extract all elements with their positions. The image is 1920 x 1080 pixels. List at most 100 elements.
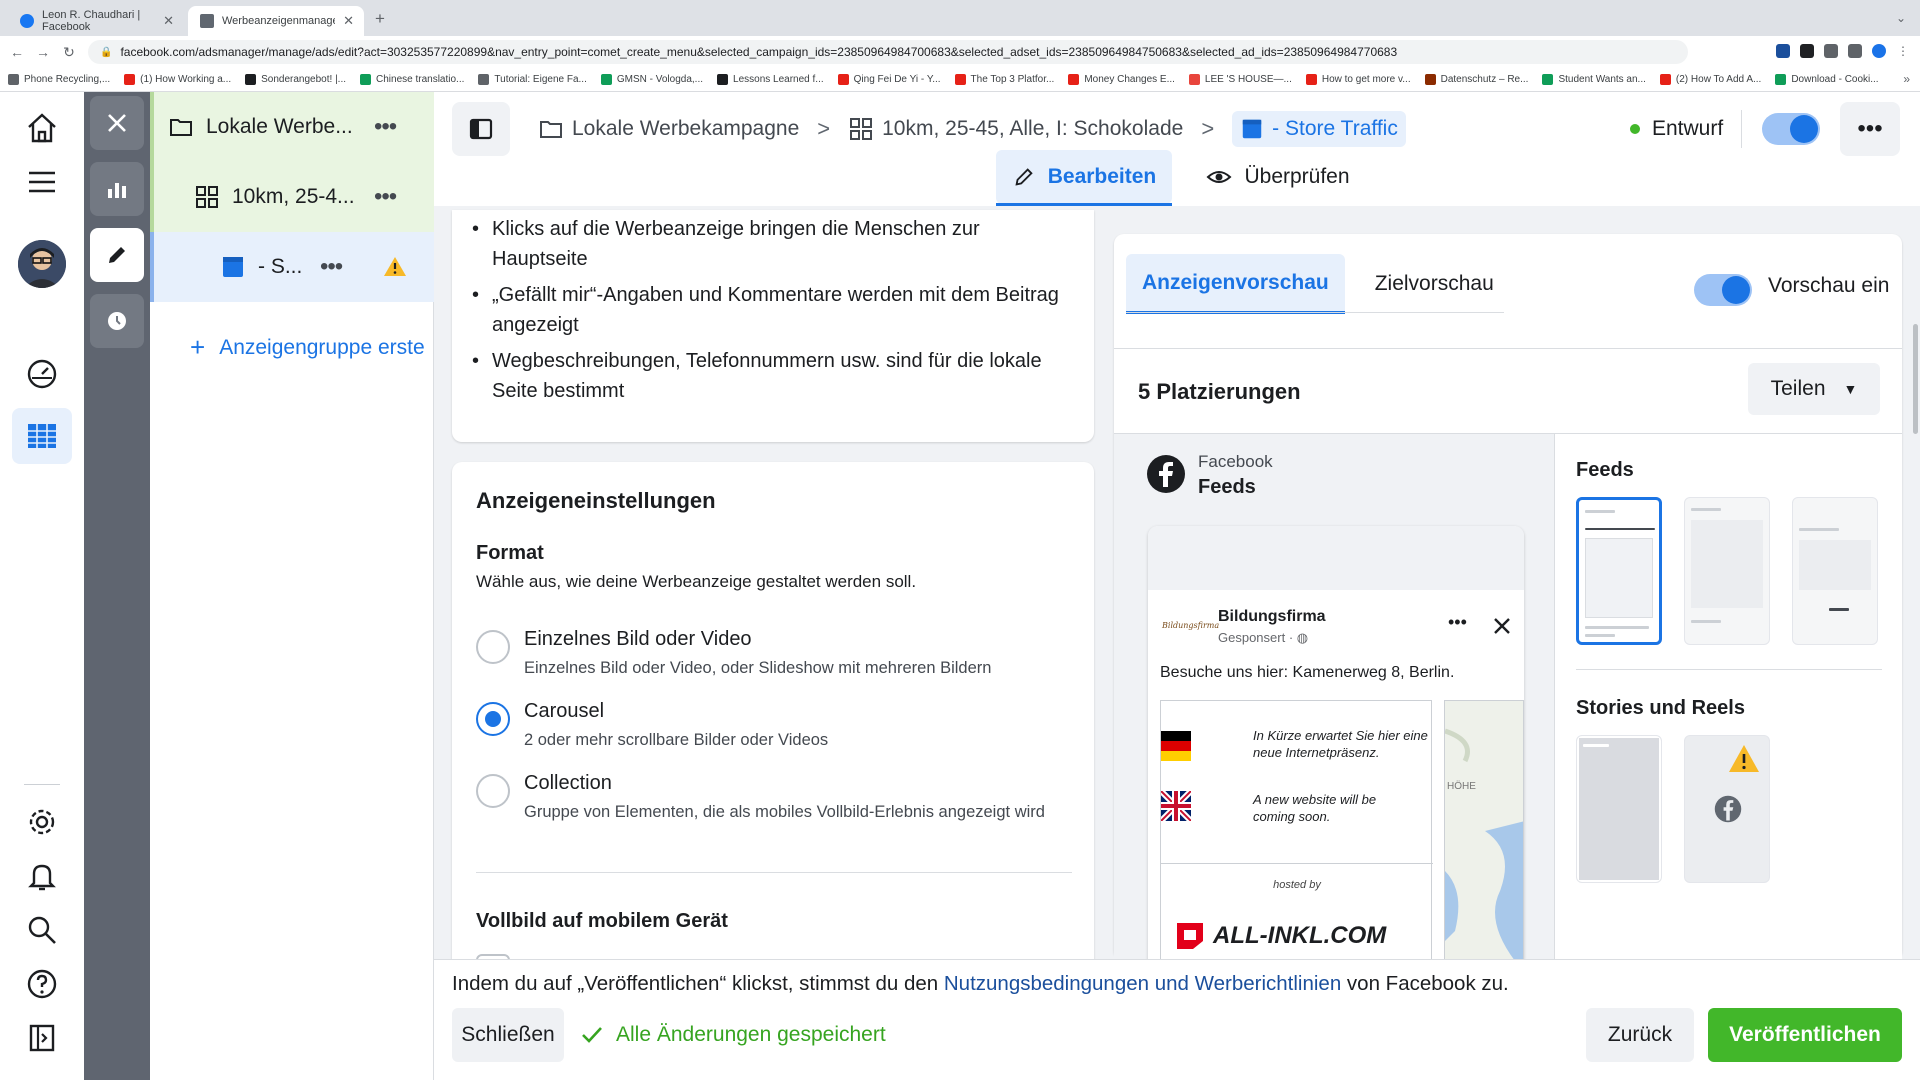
placement-thumb-instagram-feed[interactable] (1684, 497, 1770, 645)
close-button[interactable]: Schließen (452, 1008, 564, 1062)
bookmark-item[interactable]: LEE 'S HOUSE—... (1188, 74, 1292, 85)
gear-icon (29, 809, 55, 835)
bookmark-item[interactable]: The Top 3 Platfor... (954, 74, 1054, 85)
tree-item-ad[interactable]: - S... ••• (150, 232, 434, 302)
placement-thumb-reels[interactable] (1684, 735, 1770, 883)
ad-on-off-toggle[interactable] (1762, 113, 1820, 145)
reading-list-icon[interactable] (1848, 44, 1862, 58)
dashboard-button[interactable] (12, 346, 72, 402)
close-tab-icon[interactable]: ✕ (163, 13, 174, 29)
tab-ad-preview[interactable]: Anzeigenvorschau (1126, 254, 1345, 314)
close-tab-icon[interactable]: ✕ (343, 13, 354, 29)
bookmark-item[interactable]: GMSN - Vologda,... (600, 74, 704, 85)
close-icon (108, 114, 126, 132)
tab-search-icon[interactable]: ⌄ (1896, 11, 1906, 25)
placement-thumb-facebook-feed[interactable] (1576, 497, 1662, 645)
bell-icon (28, 864, 56, 891)
bookmark-favicon-icon (600, 74, 612, 85)
bookmark-item[interactable]: Student Wants an... (1542, 74, 1646, 85)
more-icon[interactable]: ••• (374, 113, 397, 141)
back-arrow-icon[interactable]: ← (4, 44, 30, 60)
tree-item-campaign[interactable]: Lokale Werbe... ••• (150, 92, 434, 162)
tab-review[interactable]: Überprüfen (1194, 150, 1362, 204)
publish-button[interactable]: Veröffentlichen (1708, 1008, 1902, 1062)
bookmark-item[interactable]: Chinese translatio... (360, 74, 464, 85)
carousel-card[interactable]: HÖHE (1444, 700, 1524, 966)
menu-icon[interactable]: ⋮ (1896, 44, 1910, 58)
bookmark-item[interactable]: Datenschutz – Re... (1424, 74, 1528, 85)
back-button[interactable]: Zurück (1586, 1008, 1694, 1062)
editor-tool-rail (84, 92, 150, 1080)
search-button[interactable] (12, 902, 72, 958)
menu-button[interactable] (12, 154, 72, 210)
preview-toggle[interactable] (1694, 274, 1752, 306)
bookmark-item[interactable]: Lessons Learned f... (717, 74, 824, 85)
avatar[interactable] (18, 240, 66, 288)
new-tab-icon[interactable]: + (375, 9, 385, 29)
placement-thumb-marketplace[interactable] (1792, 497, 1878, 645)
tab-edit[interactable]: Bearbeiten (996, 150, 1172, 204)
history-button[interactable] (90, 294, 144, 348)
share-button[interactable]: Teilen ▼ (1748, 363, 1880, 415)
toggle-tree-button[interactable] (452, 102, 510, 156)
bookmark-label: GMSN - Vologda,... (616, 74, 704, 85)
terms-link[interactable]: Nutzungsbedingungen und Werberichtlinien (944, 972, 1341, 995)
post-more-icon[interactable]: ••• (1448, 612, 1467, 633)
german-flag-icon (1161, 731, 1191, 761)
bookmark-item[interactable]: Phone Recycling,... (8, 74, 110, 85)
toggle-knob (1722, 276, 1750, 304)
bookmark-label: Tutorial: Eigene Fa... (494, 74, 587, 85)
reload-icon[interactable]: ↻ (56, 44, 82, 61)
url-bar[interactable]: 🔒 facebook.com/adsmanager/manage/ads/edi… (88, 40, 1688, 64)
placement-thumb-stories[interactable] (1576, 735, 1662, 883)
extension-icon[interactable] (1800, 44, 1814, 58)
bookmark-item[interactable]: Sonderangebot! |... (245, 74, 346, 85)
bookmark-item[interactable]: (2) How To Add A... (1659, 74, 1761, 85)
bookmark-item[interactable]: Tutorial: Eigene Fa... (478, 74, 587, 85)
browser-tab-facebook[interactable]: Leon R. Chaudhari | Facebook ✕ (8, 6, 184, 36)
tree-item-label: 10km, 25-4... (232, 185, 355, 208)
breadcrumb-ad[interactable]: - Store Traffic (1232, 111, 1406, 147)
more-options-button[interactable]: ••• (1840, 102, 1900, 156)
preview-scrollbar[interactable] (1913, 324, 1918, 434)
caret-down-icon: ▼ (1843, 381, 1858, 397)
breadcrumb-campaign[interactable]: Lokale Werbekampagne (538, 116, 799, 142)
more-bookmarks-icon[interactable]: » (1903, 72, 1910, 86)
tab-destination-preview[interactable]: Zielvorschau (1359, 254, 1510, 314)
more-icon[interactable]: ••• (320, 253, 343, 281)
breadcrumb-adset[interactable]: 10km, 25-45, Alle, I: Schokolade (848, 116, 1183, 142)
close-editor-button[interactable] (90, 96, 144, 150)
plus-icon: + (190, 332, 206, 362)
edit-mode-button[interactable] (90, 228, 144, 282)
close-icon[interactable] (1492, 616, 1512, 636)
bookmark-favicon-icon (837, 74, 849, 85)
ads-manager-button[interactable] (12, 408, 72, 464)
bookmark-item[interactable]: Money Changes E... (1068, 74, 1175, 85)
create-adset-link[interactable]: + Anzeigengruppe erste (190, 332, 425, 363)
more-icon[interactable]: ••• (374, 183, 397, 211)
bookmark-item[interactable]: Qing Fei De Yi - Y... (837, 74, 941, 85)
map-label: HÖHE (1447, 781, 1476, 792)
profile-icon[interactable] (1872, 44, 1886, 58)
bookmark-item[interactable]: (1) How Working a... (124, 74, 231, 85)
format-carousel-radio[interactable] (476, 702, 510, 736)
bookmark-item[interactable]: Download - Cooki... (1775, 74, 1879, 85)
help-button[interactable] (12, 956, 72, 1012)
insights-button[interactable] (90, 162, 144, 216)
format-single-image-radio[interactable] (476, 630, 510, 664)
settings-button[interactable] (12, 794, 72, 850)
bookmark-favicon-icon (8, 74, 19, 85)
browser-tab-adsmanager[interactable]: Werbeanzeigenmanager - Wer ✕ (188, 6, 364, 36)
close-label: Schließen (461, 1023, 555, 1046)
forward-arrow-icon[interactable]: → (30, 44, 56, 60)
divider (1576, 669, 1882, 670)
format-collection-radio[interactable] (476, 774, 510, 808)
report-problem-button[interactable] (12, 1010, 72, 1066)
bookmark-item[interactable]: How to get more v... (1305, 74, 1411, 85)
extension-icon[interactable] (1776, 44, 1790, 58)
puzzle-icon[interactable] (1824, 44, 1838, 58)
tree-item-adset[interactable]: 10km, 25-4... ••• (150, 162, 434, 232)
notifications-button[interactable] (12, 848, 72, 904)
carousel-card[interactable]: In Kürze erwartet Sie hier eine neue Int… (1160, 700, 1433, 966)
home-button[interactable] (12, 100, 72, 156)
